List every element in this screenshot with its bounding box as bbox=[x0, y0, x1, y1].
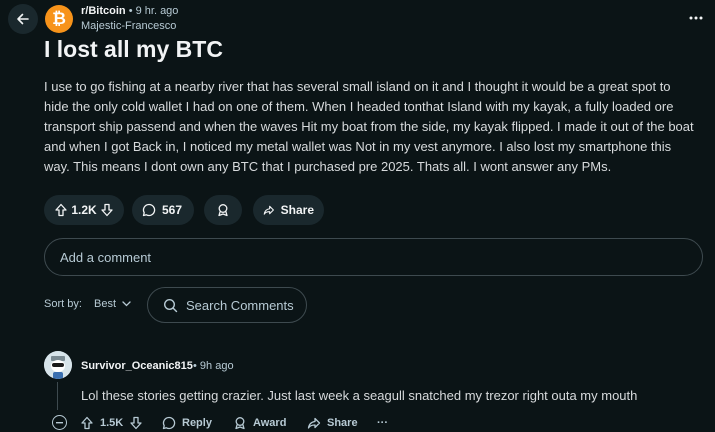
sort-value: Best bbox=[94, 298, 117, 310]
post-vote-bar: 1.2K bbox=[44, 195, 124, 225]
comment-time: • 9h ago bbox=[193, 360, 234, 372]
award-icon bbox=[218, 204, 228, 217]
add-comment-input[interactable]: Add a comment bbox=[44, 238, 703, 276]
downvote-icon bbox=[130, 416, 142, 430]
bitcoin-icon: ₿ bbox=[52, 9, 66, 28]
share-button[interactable]: Share bbox=[253, 195, 324, 225]
share-label: Share bbox=[280, 203, 314, 217]
award-button[interactable] bbox=[204, 195, 242, 225]
comment-vote-count: 1.5K bbox=[100, 417, 124, 429]
share-icon bbox=[263, 205, 274, 215]
upvote-icon bbox=[81, 416, 93, 430]
post-author[interactable]: Majestic-Francesco bbox=[81, 20, 176, 32]
post-overflow-menu-button[interactable] bbox=[686, 8, 706, 28]
thread-line[interactable] bbox=[57, 382, 58, 410]
post-title: I lost all my BTC bbox=[44, 36, 223, 62]
add-comment-placeholder: Add a comment bbox=[60, 249, 152, 265]
more-horizontal-icon bbox=[689, 16, 703, 20]
award-icon bbox=[235, 417, 245, 430]
subreddit-link[interactable]: r/Bitcoin bbox=[81, 5, 126, 17]
subreddit-avatar[interactable]: ₿ bbox=[45, 5, 73, 33]
comment-share-button[interactable]: Share bbox=[307, 414, 358, 432]
comment-author[interactable]: Survivor_Oceanic815 bbox=[81, 360, 193, 372]
downvote-button[interactable] bbox=[100, 203, 114, 217]
award-label: Award bbox=[253, 417, 287, 429]
chevron-down-icon bbox=[122, 301, 131, 307]
share-icon bbox=[307, 417, 321, 429]
search-icon bbox=[163, 298, 178, 312]
avatar[interactable] bbox=[44, 351, 72, 379]
comment-share-label: Share bbox=[327, 417, 358, 429]
reply-button[interactable]: Reply bbox=[162, 414, 212, 432]
post-body: I use to go fishing at a nearby river th… bbox=[44, 79, 694, 174]
reply-label: Reply bbox=[182, 417, 212, 429]
comment-bubble-icon bbox=[162, 416, 176, 430]
upvote-icon bbox=[55, 203, 67, 217]
downvote-icon bbox=[101, 203, 113, 217]
sort-label: Sort by: bbox=[44, 298, 82, 310]
post-time: 9 hr. ago bbox=[135, 5, 179, 17]
sort-dropdown[interactable]: Best bbox=[94, 298, 131, 310]
comment-more-button[interactable]: ··· bbox=[377, 414, 388, 432]
snoo-avatar-icon bbox=[44, 351, 72, 379]
post-vote-count: 1.2K bbox=[71, 203, 97, 217]
meta-separator: • bbox=[128, 5, 133, 17]
comment-vote-bar: 1.5K bbox=[80, 414, 143, 432]
upvote-button[interactable] bbox=[54, 203, 68, 217]
back-button[interactable] bbox=[8, 4, 38, 34]
comment-time-text: 9h ago bbox=[199, 360, 234, 372]
comment-separator: • bbox=[193, 360, 197, 372]
minus-icon bbox=[56, 421, 63, 423]
post-meta: r/Bitcoin • 9 hr. ago bbox=[81, 5, 178, 17]
comment-upvote-button[interactable] bbox=[80, 416, 94, 430]
comment-award-button[interactable]: Award bbox=[233, 414, 286, 432]
search-comments-placeholder: Search Comments bbox=[186, 297, 294, 313]
comment-bubble-icon bbox=[142, 203, 156, 217]
arrow-left-icon bbox=[17, 13, 29, 25]
comment-count: 567 bbox=[162, 203, 183, 217]
search-comments-input[interactable]: Search Comments bbox=[147, 287, 307, 323]
more-horizontal-icon: ··· bbox=[377, 417, 388, 429]
comment-text: Lol these stories getting crazier. Just … bbox=[81, 388, 638, 403]
comments-button[interactable]: 567 bbox=[132, 195, 194, 225]
comment-downvote-button[interactable] bbox=[129, 416, 143, 430]
collapse-thread-button[interactable] bbox=[52, 415, 67, 430]
